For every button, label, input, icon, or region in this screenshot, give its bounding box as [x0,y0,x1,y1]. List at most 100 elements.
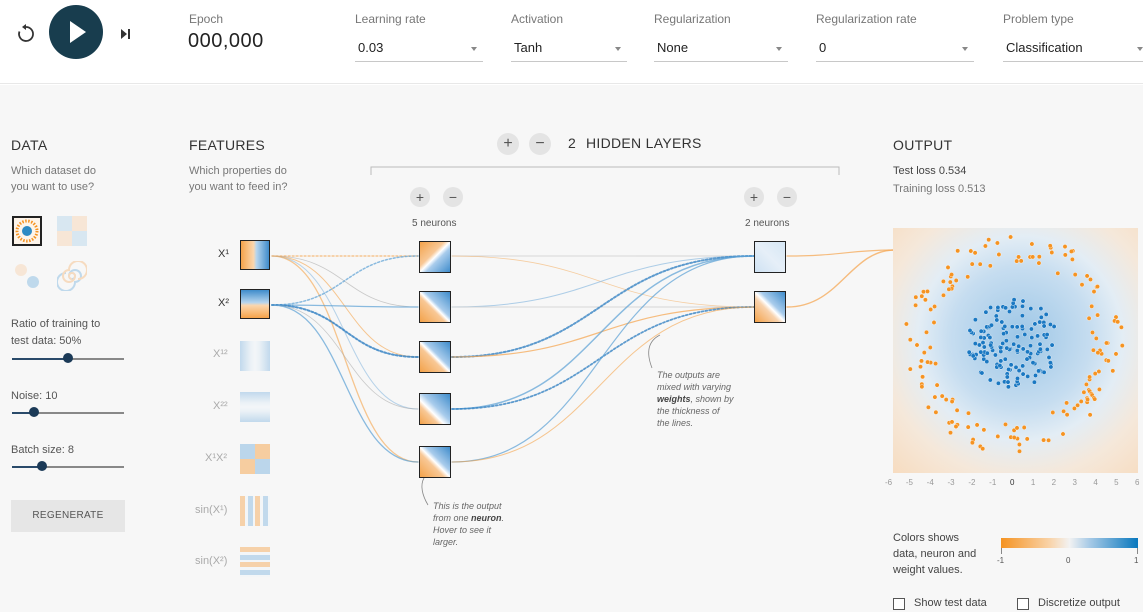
select-underline [1003,61,1143,62]
step-button[interactable] [115,24,135,44]
show-test-data-checkbox[interactable] [893,598,905,610]
x-tick-label: -5 [905,478,913,487]
orange-data-point [919,358,924,364]
problem-type-select[interactable]: Classification [1003,34,1143,62]
layer1-neuron-1[interactable] [419,241,451,273]
blue-data-point [1020,371,1026,377]
blue-data-point [1013,364,1019,370]
chevron-down-icon [962,47,968,51]
orange-data-point [1018,258,1024,264]
orange-data-point [983,243,988,249]
blue-data-point [978,328,984,334]
weights-note-1: The outputs are [657,370,721,380]
blue-data-point [1044,332,1050,338]
orange-data-point [980,446,986,452]
orange-data-point [1081,389,1087,395]
activation-select[interactable]: Tanh [511,34,627,62]
discretize-output-toggle[interactable]: Discretize output [1017,596,1143,612]
orange-data-point [933,409,939,415]
orange-data-point [907,366,913,372]
orange-data-point [953,278,959,283]
layer2-neuron-2[interactable] [754,291,786,323]
orange-data-point [1021,425,1027,430]
orange-data-point [972,250,978,256]
output-title: OUTPUT [893,137,953,153]
orange-data-point [1092,371,1098,377]
blue-data-point [1011,297,1017,303]
feature-label-sin-x2: sin(X²) [195,555,228,567]
blue-data-point [994,317,1000,323]
discretize-output-checkbox[interactable] [1017,598,1029,610]
test-loss: Test loss 0.534 [893,165,967,177]
orange-data-point [954,407,960,413]
blue-data-point [1028,326,1034,332]
orange-data-point [1088,277,1093,282]
orange-data-point [1110,368,1116,374]
blue-data-point [1047,360,1053,366]
orange-data-point [969,261,975,267]
regularization-rate-value: 0 [819,40,827,55]
layer1-neuron-5[interactable] [419,446,451,478]
weights-note-bold: weights [657,394,691,404]
weights-note-3: , shown by [690,394,734,404]
learning-rate-select[interactable]: 0.03 [355,34,483,62]
blue-data-point [993,313,999,319]
regularization-rate-select[interactable]: 0 [816,34,974,62]
layer1-neuron-4[interactable] [419,393,451,425]
orange-data-point [1095,312,1101,318]
blue-data-point [1007,309,1012,315]
regularization-select[interactable]: None [654,34,788,62]
orange-data-point [921,350,927,356]
blue-data-point [989,322,994,328]
x-tick-label: 0 [1010,478,1015,487]
blue-data-point [1033,373,1038,378]
reset-button[interactable] [14,22,38,46]
orange-data-point [955,248,961,254]
orange-data-point [913,294,919,300]
orange-data-point [1083,381,1089,387]
feature-sin-x2[interactable] [240,547,270,577]
layer1-neuron-2[interactable] [419,291,451,323]
orange-data-point [1118,324,1124,330]
colors-note-3: weight values. [893,564,963,576]
blue-data-point [988,305,994,310]
blue-data-point [1035,333,1041,339]
blue-data-point [1015,375,1020,381]
layer2-neuron-1[interactable] [754,241,786,273]
orange-data-point [1049,250,1055,255]
blue-data-point [972,341,978,347]
neuron-note-4: larger. [433,537,459,547]
regularization-value: None [657,40,689,55]
select-underline [816,61,974,62]
blue-data-point [1048,364,1054,370]
show-test-data-label: Show test data [914,597,987,609]
output-heatmap[interactable] [893,228,1138,473]
orange-data-point [925,359,930,365]
layer1-neuron-3[interactable] [419,341,451,373]
blue-data-point [1036,368,1042,374]
color-scale-min: -1 [997,556,1005,565]
orange-data-point [1017,448,1022,454]
top-controls-bar: Epoch 000,000 Learning rate 0.03 Activat… [0,0,1143,84]
orange-data-point [986,237,992,243]
orange-data-point [933,361,938,367]
weights-note: The outputs are mixed with varying weigh… [657,369,757,429]
orange-data-point [1047,243,1053,249]
orange-data-point [1036,260,1042,266]
orange-data-point [1062,252,1068,258]
orange-data-point [949,272,954,277]
problem-type-label: Problem type [1003,12,1074,26]
blue-data-point [978,349,984,355]
blue-data-point [995,305,1001,310]
blue-data-point [1029,335,1035,341]
show-test-data-toggle[interactable]: Show test data [893,596,1003,612]
orange-data-point [934,382,940,388]
blue-data-point [1046,354,1052,360]
orange-data-point [913,302,918,308]
blue-data-point [1002,324,1008,329]
play-button[interactable] [49,5,103,59]
blue-data-point [1005,379,1011,385]
orange-data-point [920,374,925,380]
blue-data-point [979,370,985,376]
orange-data-point [939,393,945,399]
